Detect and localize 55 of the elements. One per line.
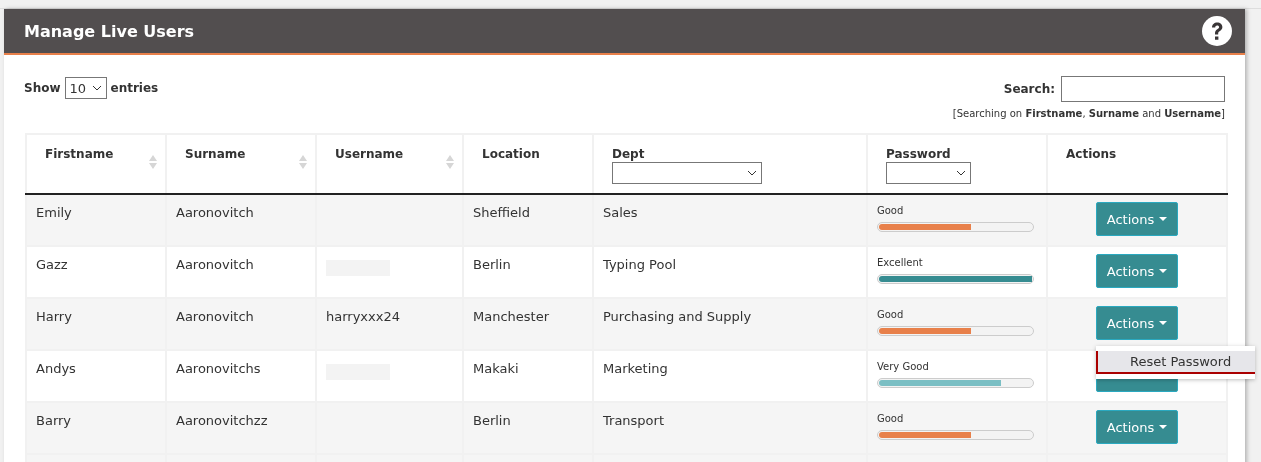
column-label: Firstname xyxy=(45,147,114,161)
actions-button[interactable]: Actions xyxy=(1096,202,1178,236)
panel-title: Manage Live Users xyxy=(24,21,195,41)
show-label: Show xyxy=(24,81,61,95)
strength-label: Excellent xyxy=(877,257,924,268)
table-cell: Berlin xyxy=(463,246,593,298)
strength-label: Good xyxy=(877,413,905,424)
actions-button[interactable]: Actions xyxy=(1096,254,1178,288)
caret-icon xyxy=(1159,217,1168,221)
strength-label: Very Good xyxy=(877,361,930,372)
table-cell: Transport xyxy=(593,402,867,454)
filter-select[interactable] xyxy=(612,162,762,184)
search-field[interactable] xyxy=(1061,76,1225,102)
chevron-icon xyxy=(956,170,966,176)
column-label: Password xyxy=(886,147,951,161)
caret-icon xyxy=(1159,321,1168,325)
table-cell: Sheffield xyxy=(463,194,593,246)
chevron-icon xyxy=(91,85,102,91)
table-cell: Harry xyxy=(26,298,166,350)
column-label: Username xyxy=(335,147,404,161)
table-cell: harryxxx24 xyxy=(326,309,400,324)
table-cell: Makaki xyxy=(463,350,593,402)
table-cell: Barry xyxy=(26,402,166,454)
strength-label: Good xyxy=(877,205,905,216)
table-cell: Andys xyxy=(26,350,166,402)
search-hint: [Searching on Firstname, Surname and Username] xyxy=(952,108,1225,119)
table-cell: Purchasing and Supply xyxy=(593,298,867,350)
strength-label: Good xyxy=(877,309,905,320)
table-cell: Sales xyxy=(593,194,867,246)
actions-button[interactable]: Actions xyxy=(1096,306,1178,340)
table-cell: Aaronovitch xyxy=(166,246,316,298)
filter-select[interactable] xyxy=(886,162,971,184)
column-label: Actions xyxy=(1066,147,1117,161)
table-cell: Gazz xyxy=(26,246,166,298)
table-cell: Emily xyxy=(26,194,166,246)
entries-label: entries xyxy=(110,81,159,95)
chevron-icon xyxy=(747,170,757,176)
menu-item[interactable]: Reset Password xyxy=(1096,351,1255,374)
table-cell: Berlin xyxy=(463,402,593,454)
column-label: Location xyxy=(482,147,540,161)
actions-button[interactable]: Actions xyxy=(1096,410,1178,444)
table-cell: Aaronovitchs xyxy=(166,350,316,402)
table-cell: Marketing xyxy=(593,350,867,402)
caret-icon xyxy=(1159,425,1168,429)
column-label: Surname xyxy=(185,147,246,161)
help-icon[interactable] xyxy=(1201,15,1233,47)
caret-icon xyxy=(1159,269,1168,273)
table-cell: Aaronovitch xyxy=(166,194,316,246)
table-cell: Aaronovitchzz xyxy=(166,402,316,454)
table-cell: Aaronovitch xyxy=(166,298,316,350)
search-label: Search: xyxy=(1003,82,1055,96)
table-cell: Typing Pool xyxy=(593,246,867,298)
table-cell: Manchester xyxy=(463,298,593,350)
page-size-select[interactable]: 10 xyxy=(64,77,107,99)
column-label: Dept xyxy=(612,147,645,161)
